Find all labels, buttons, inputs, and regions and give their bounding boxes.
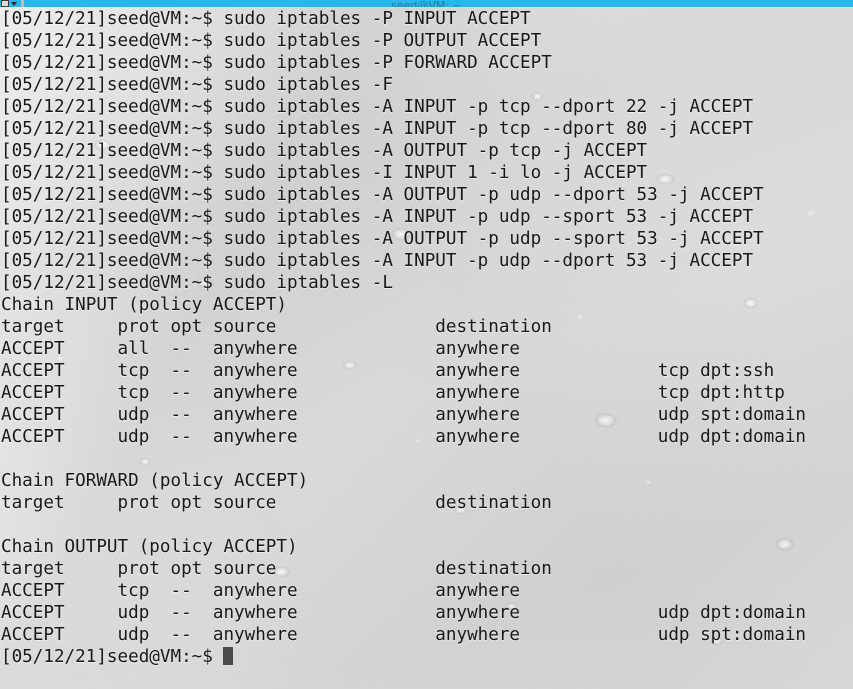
terminal-line: target prot opt source destination	[1, 559, 648, 579]
terminal-line: Chain INPUT (policy ACCEPT)	[1, 295, 287, 315]
terminal-line: [05/12/21]seed@VM:~$ sudo iptables -P FO…	[1, 53, 552, 73]
terminal-line: ACCEPT udp -- anywhere anywhere udp spt:…	[1, 405, 807, 425]
terminal-line: [05/12/21]seed@VM:~$ sudo iptables -I IN…	[1, 163, 648, 183]
terminal-line: ACCEPT all -- anywhere anywhere	[1, 339, 648, 359]
terminal-line: ACCEPT tcp -- anywhere anywhere tcp dpt:…	[1, 383, 785, 403]
text-cursor	[223, 647, 234, 665]
terminal-line: [05/12/21]seed@VM:~$ sudo iptables -P IN…	[1, 9, 531, 29]
terminal-line: [05/12/21]seed@VM:~$ sudo iptables -A IN…	[1, 207, 754, 227]
terminal-line: target prot opt source destination	[1, 493, 648, 513]
terminal-viewport[interactable]: [05/12/21]seed@VM:~$ sudo iptables -P IN…	[0, 7, 853, 689]
terminal-window: seed@VM: ~ [05/12/21]seed@VM:~$ sudo ipt…	[0, 0, 853, 689]
terminal-line: [05/12/21]seed@VM:~$ sudo iptables -F	[1, 75, 393, 95]
terminal-line: [05/12/21]seed@VM:~$ sudo iptables -P OU…	[1, 31, 542, 51]
terminal-line: Chain FORWARD (policy ACCEPT)	[1, 471, 309, 491]
terminal-line: [05/12/21]seed@VM:~$ sudo iptables -A IN…	[1, 97, 754, 117]
terminal-line: [05/12/21]seed@VM:~$ sudo iptables -A OU…	[1, 141, 648, 161]
terminal-line: target prot opt source destination	[1, 317, 648, 337]
terminal-line: ACCEPT udp -- anywhere anywhere udp spt:…	[1, 625, 807, 645]
terminal-prompt-line[interactable]: [05/12/21]seed@VM:~$	[1, 646, 853, 668]
shell-prompt: [05/12/21]seed@VM:~$	[1, 647, 224, 667]
terminal-line: [05/12/21]seed@VM:~$ sudo iptables -A OU…	[1, 229, 764, 249]
terminal-line: [05/12/21]seed@VM:~$ sudo iptables -A IN…	[1, 251, 754, 271]
terminal-screen[interactable]: [05/12/21]seed@VM:~$ sudo iptables -P IN…	[0, 7, 853, 668]
terminal-line: ACCEPT udp -- anywhere anywhere udp dpt:…	[1, 427, 807, 447]
terminal-line: ACCEPT tcp -- anywhere anywhere tcp dpt:…	[1, 361, 775, 381]
terminal-line: [05/12/21]seed@VM:~$ sudo iptables -L	[1, 273, 393, 293]
terminal-line: [05/12/21]seed@VM:~$ sudo iptables -A OU…	[1, 185, 764, 205]
terminal-line: ACCEPT tcp -- anywhere anywhere	[1, 581, 648, 601]
window-title: seed@VM: ~	[391, 0, 462, 7]
terminal-line: Chain OUTPUT (policy ACCEPT)	[1, 537, 298, 557]
terminal-line: ACCEPT udp -- anywhere anywhere udp dpt:…	[1, 603, 807, 623]
window-titlebar[interactable]: seed@VM: ~	[0, 0, 853, 7]
terminal-line: [05/12/21]seed@VM:~$ sudo iptables -A IN…	[1, 119, 754, 139]
